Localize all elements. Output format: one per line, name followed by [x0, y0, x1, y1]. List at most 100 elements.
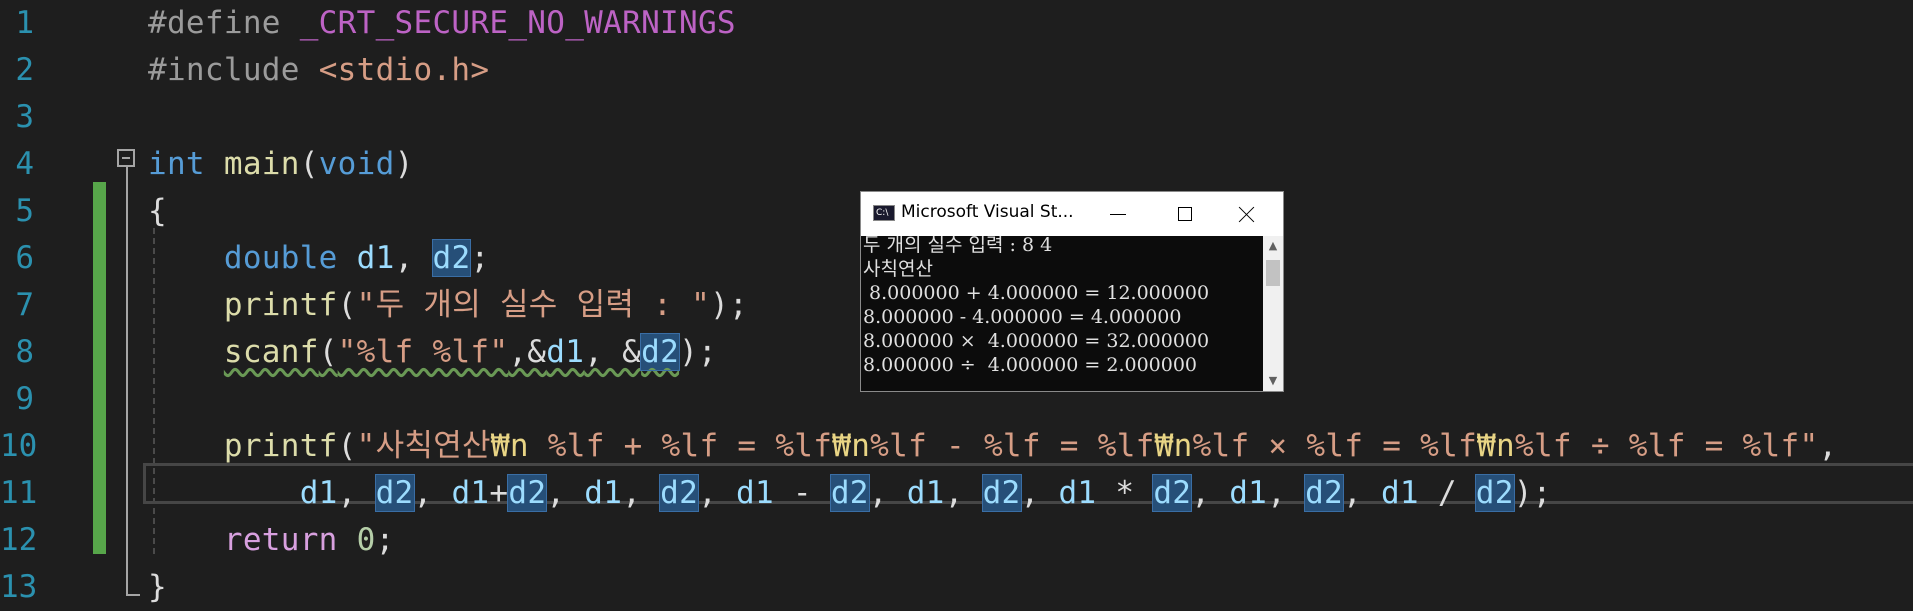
line-number: 1 [15, 5, 34, 41]
number-literal: 0 [356, 522, 376, 558]
variable: d1 [736, 475, 774, 511]
code-line-current[interactable]: 11 d1, d2, d1+d2, d1, d2, d1 - d2, d1, d… [0, 470, 1913, 517]
line-number: 13 [0, 569, 38, 605]
code-line[interactable]: 1 #define _CRT_SECURE_NO_WARNINGS [0, 0, 1913, 47]
keyword-return: return [223, 522, 338, 558]
variable: d1 [1380, 475, 1419, 511]
code-line[interactable]: 4 int main(void) [0, 141, 1913, 188]
string-literal: "사칙연산 [356, 428, 491, 464]
line-number: 10 [0, 428, 38, 464]
punctuation: , [1267, 475, 1306, 511]
console-scrollbar[interactable]: ▲ ▼ [1263, 236, 1283, 391]
escape-sequence: ₩n [1154, 428, 1193, 464]
punctuation: , [944, 475, 983, 511]
string-literal: "두 개의 실수 입력 : " [356, 287, 711, 323]
variable-highlighted: d2 [829, 474, 870, 512]
variable: d1 [906, 475, 945, 511]
scrollbar-thumb[interactable] [1266, 260, 1280, 286]
function-name: printf [223, 287, 338, 323]
variable-highlighted: d2 [659, 474, 700, 512]
console-line: 8.000000 + 4.000000 = 12.000000 [863, 282, 1210, 304]
operator: / [1418, 475, 1476, 511]
console-window[interactable]: C:\ Microsoft Visual St... 두 개의 실수 입력 : … [861, 192, 1283, 391]
punctuation: , [1020, 475, 1059, 511]
console-line: 8.000000 - 4.000000 = 4.000000 [863, 306, 1182, 328]
punctuation: , [698, 475, 736, 511]
punctuation: ); [1513, 475, 1552, 511]
operator: * [1096, 475, 1154, 511]
keyword: void [318, 146, 395, 182]
console-line: 8.000000 × 4.000000 = 32.000000 [863, 330, 1210, 352]
console-line: 사칙연산 [863, 258, 933, 280]
console-line: 8.000000 ÷ 4.000000 = 2.000000 [863, 354, 1198, 376]
code-line[interactable]: 12 return 0; [0, 517, 1913, 564]
paren: ( [318, 334, 338, 370]
function-name: printf [223, 428, 338, 464]
variable-highlighted: d2 [507, 474, 548, 512]
escape-sequence: ₩n [490, 428, 529, 464]
scroll-down-icon[interactable]: ▼ [1267, 375, 1279, 387]
scroll-up-icon[interactable]: ▲ [1267, 240, 1279, 252]
macro-name: _CRT_SECURE_NO_WARNINGS [299, 5, 736, 41]
variable: d1 [451, 475, 490, 511]
console-output[interactable]: 두 개의 실수 입력 : 8 4 사칙연산 8.000000 + 4.00000… [861, 236, 1261, 391]
variable: d1 [356, 240, 395, 276]
code-line[interactable]: 10 printf("사칙연산₩n %lf + %lf = %lf₩n%lf -… [0, 423, 1913, 470]
line-number: 11 [0, 475, 38, 511]
warning-squiggle[interactable]: scanf("%lf %lf",&d1, &d2 [223, 333, 681, 371]
variable: d1 [546, 334, 585, 370]
punctuation: , [413, 475, 452, 511]
code-line[interactable]: 13 } [0, 564, 1913, 611]
include-header: <stdio.h> [318, 52, 490, 88]
function-name: scanf [223, 334, 319, 370]
escape-sequence: ₩n [1477, 428, 1515, 464]
line-number: 5 [15, 193, 34, 229]
punctuation: ); [679, 334, 717, 370]
code-line[interactable]: 2 #include <stdio.h> [0, 47, 1913, 94]
line-number: 2 [15, 52, 34, 88]
line-number: 4 [15, 146, 34, 182]
variable-highlighted: d2 [1304, 474, 1344, 512]
variable-highlighted: d2 [981, 474, 1022, 512]
punctuation: , & [584, 334, 642, 370]
variable-highlighted: d2 [1474, 474, 1515, 512]
line-number: 3 [15, 99, 34, 135]
punctuation: , [1343, 475, 1381, 511]
string-literal: %lf × %lf = %lf [1192, 428, 1478, 464]
punctuation: ); [710, 287, 749, 323]
variable: d1 [1058, 475, 1097, 511]
variable: d1 [299, 475, 338, 511]
minimize-icon[interactable] [1096, 198, 1140, 230]
string-literal: "%lf %lf" [337, 334, 509, 370]
paren: ( [299, 146, 319, 182]
string-literal: %lf + %lf = %lf [528, 428, 833, 464]
brace: { [148, 193, 167, 229]
line-number: 7 [15, 287, 34, 323]
punctuation: ; [375, 522, 395, 558]
operator: - [773, 475, 831, 511]
line-number: 12 [0, 522, 38, 558]
variable: d1 [1229, 475, 1268, 511]
code-line[interactable]: 3 [0, 94, 1913, 141]
maximize-icon[interactable] [1163, 198, 1207, 230]
variable: d1 [584, 475, 623, 511]
string-literal: %lf ÷ %lf = %lf" [1514, 428, 1819, 464]
paren: ( [337, 287, 357, 323]
keyword: int [148, 146, 205, 182]
paren: ( [337, 428, 357, 464]
string-literal: %lf - %lf = %lf [870, 428, 1155, 464]
punctuation: , [622, 475, 661, 511]
punctuation: ,& [508, 334, 547, 370]
punctuation: , [1191, 475, 1230, 511]
punctuation: , [394, 240, 414, 276]
variable-highlighted: d2 [640, 333, 681, 371]
variable-highlighted: d2 [1152, 474, 1193, 512]
paren: ) [394, 146, 414, 182]
brace: } [148, 569, 167, 605]
punctuation: , [868, 475, 907, 511]
line-number: 6 [15, 240, 34, 276]
line-number: 8 [15, 334, 34, 370]
console-titlebar[interactable]: C:\ Microsoft Visual St... [861, 192, 1283, 236]
close-icon[interactable] [1225, 198, 1269, 230]
console-line: 두 개의 실수 입력 : 8 4 [863, 236, 1053, 256]
